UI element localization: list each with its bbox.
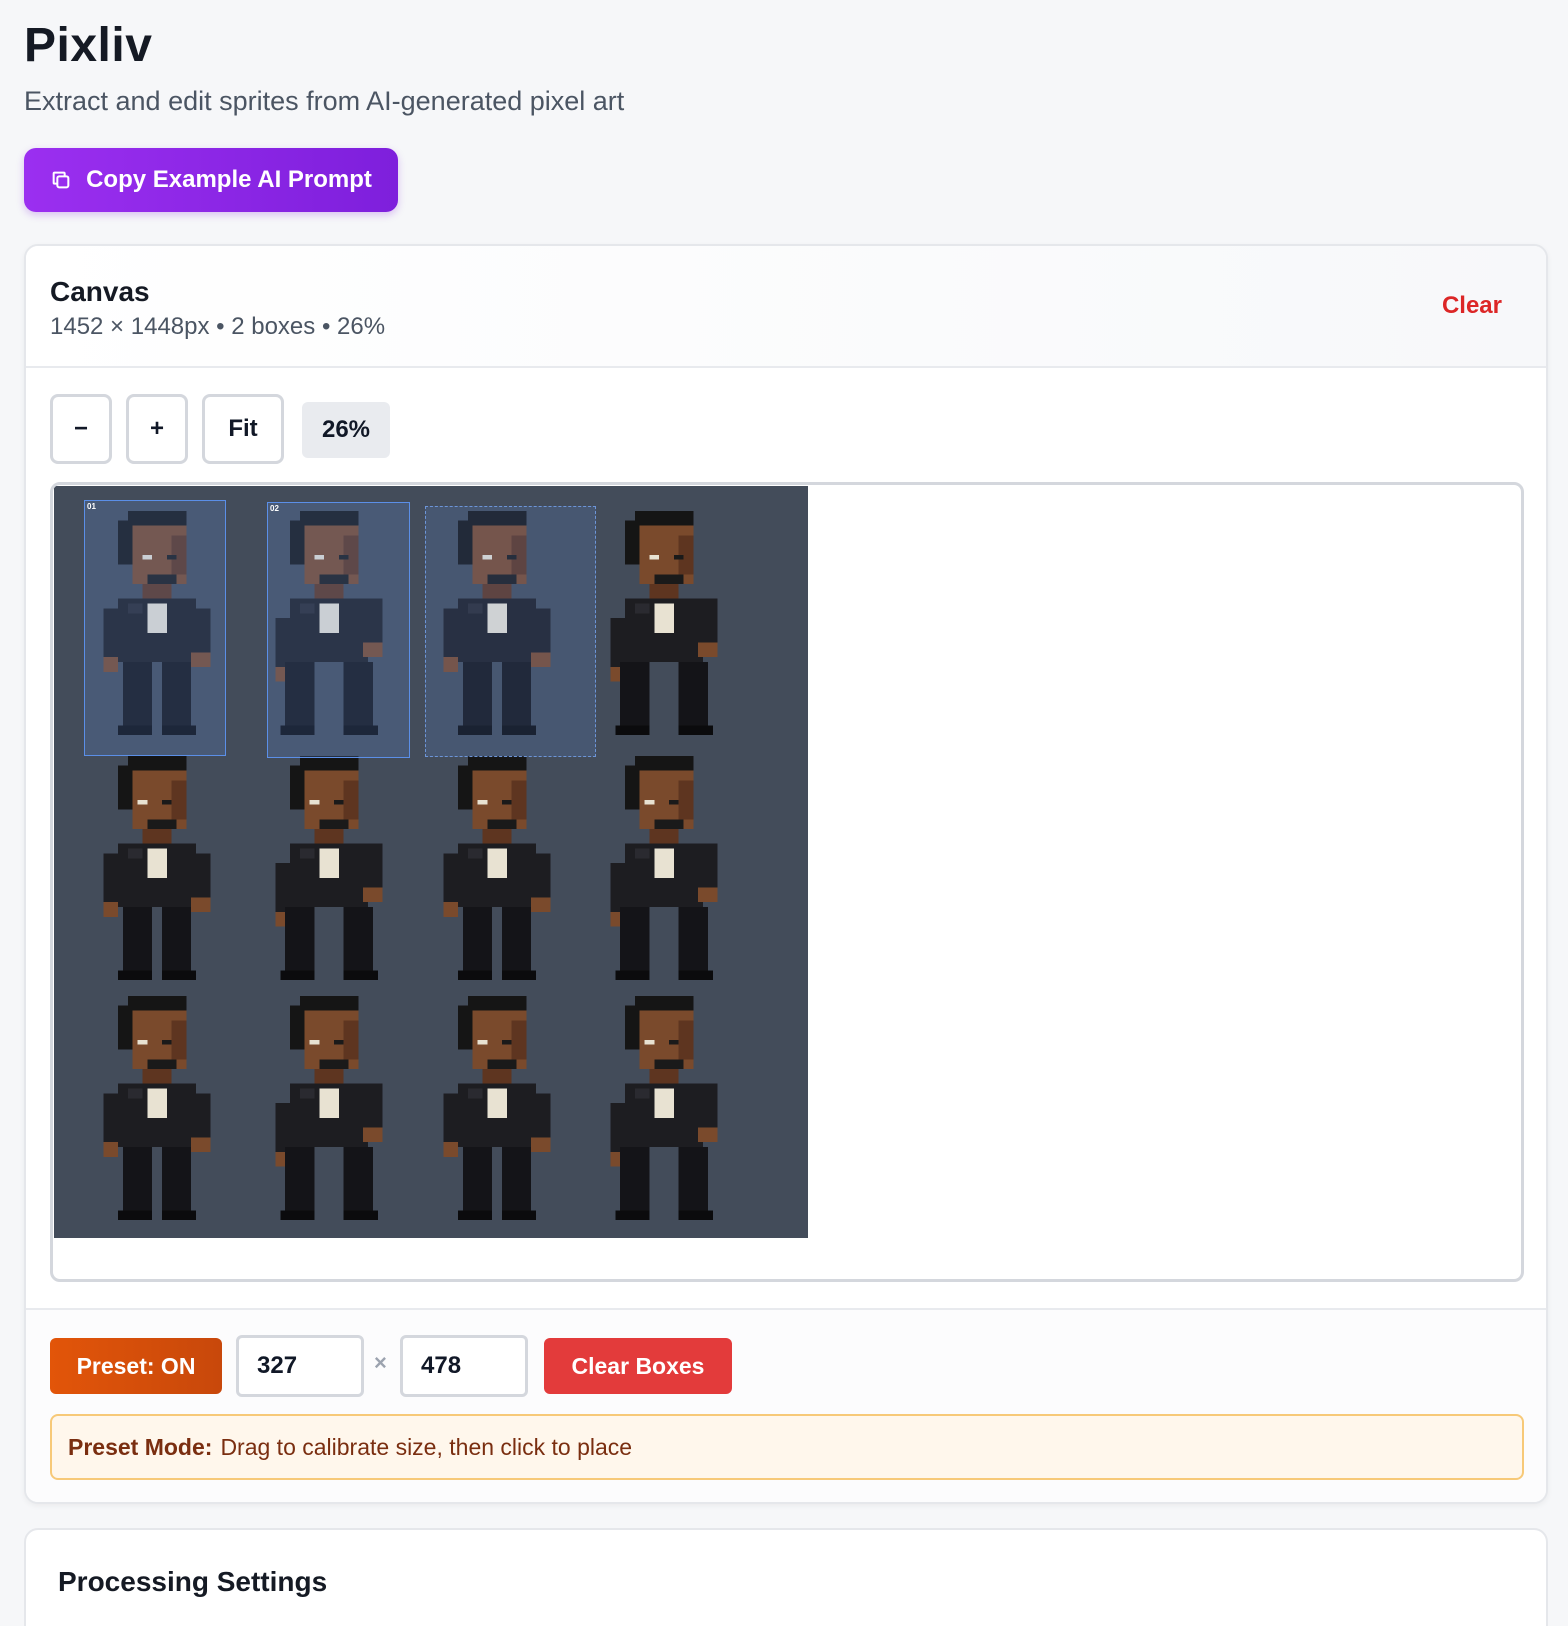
preset-height-input[interactable] xyxy=(400,1335,528,1397)
canvas-viewport[interactable]: 01 02 xyxy=(50,482,1524,1282)
sprite-frame xyxy=(275,755,383,981)
sprite-frame xyxy=(610,755,718,981)
sprite-frame xyxy=(610,510,718,736)
sprite-frame xyxy=(103,995,211,1221)
selection-box[interactable]: 02 xyxy=(267,502,410,758)
zoom-in-button[interactable]: + xyxy=(126,394,188,464)
app-subtitle: Extract and edit sprites from AI-generat… xyxy=(24,86,625,116)
sprite-frame xyxy=(443,995,551,1221)
preset-mode-notice: Preset Mode: Drag to calibrate size, the… xyxy=(50,1414,1524,1480)
dimension-separator: × xyxy=(374,1350,387,1375)
sprite-frame xyxy=(275,995,383,1221)
zoom-out-button[interactable]: − xyxy=(50,394,112,464)
canvas-title: Canvas xyxy=(50,276,150,307)
preset-notice-text: Drag to calibrate size, then click to pl… xyxy=(220,1433,633,1460)
app-title: Pixliv xyxy=(24,19,153,72)
copy-icon xyxy=(50,169,72,191)
preset-notice-label: Preset Mode: xyxy=(68,1433,213,1460)
selection-box[interactable]: 01 xyxy=(84,500,226,756)
preset-width-input[interactable] xyxy=(236,1335,364,1397)
zoom-level-badge: 26% xyxy=(302,402,390,458)
copy-prompt-button[interactable]: Copy Example AI Prompt xyxy=(24,148,398,212)
processing-settings-card: Processing Settings xyxy=(24,1528,1548,1626)
preset-toolbar: Preset: ON × Clear Boxes Preset Mode: Dr… xyxy=(26,1308,1546,1502)
zoom-fit-button[interactable]: Fit xyxy=(202,394,284,464)
clear-boxes-button[interactable]: Clear Boxes xyxy=(544,1338,732,1394)
canvas-meta: 1452 × 1448px • 2 boxes • 26% xyxy=(50,313,386,340)
preset-toggle-button[interactable]: Preset: ON xyxy=(50,1338,222,1394)
sprite-frame xyxy=(103,755,211,981)
sprite-frame xyxy=(610,995,718,1221)
canvas-card: Canvas 1452 × 1448px • 2 boxes • 26% Cle… xyxy=(24,244,1548,1504)
selection-box-tag: 01 xyxy=(87,502,96,511)
canvas-card-header: Canvas 1452 × 1448px • 2 boxes • 26% Cle… xyxy=(26,246,1546,368)
preset-preview-box[interactable] xyxy=(425,506,596,757)
clear-canvas-button[interactable]: Clear xyxy=(1442,292,1502,320)
sprite-frame xyxy=(443,755,551,981)
processing-settings-title: Processing Settings xyxy=(58,1566,328,1597)
selection-box-tag: 02 xyxy=(270,504,279,513)
copy-prompt-label: Copy Example AI Prompt xyxy=(86,166,372,193)
sprite-sheet-image[interactable]: 01 02 xyxy=(54,486,808,1238)
